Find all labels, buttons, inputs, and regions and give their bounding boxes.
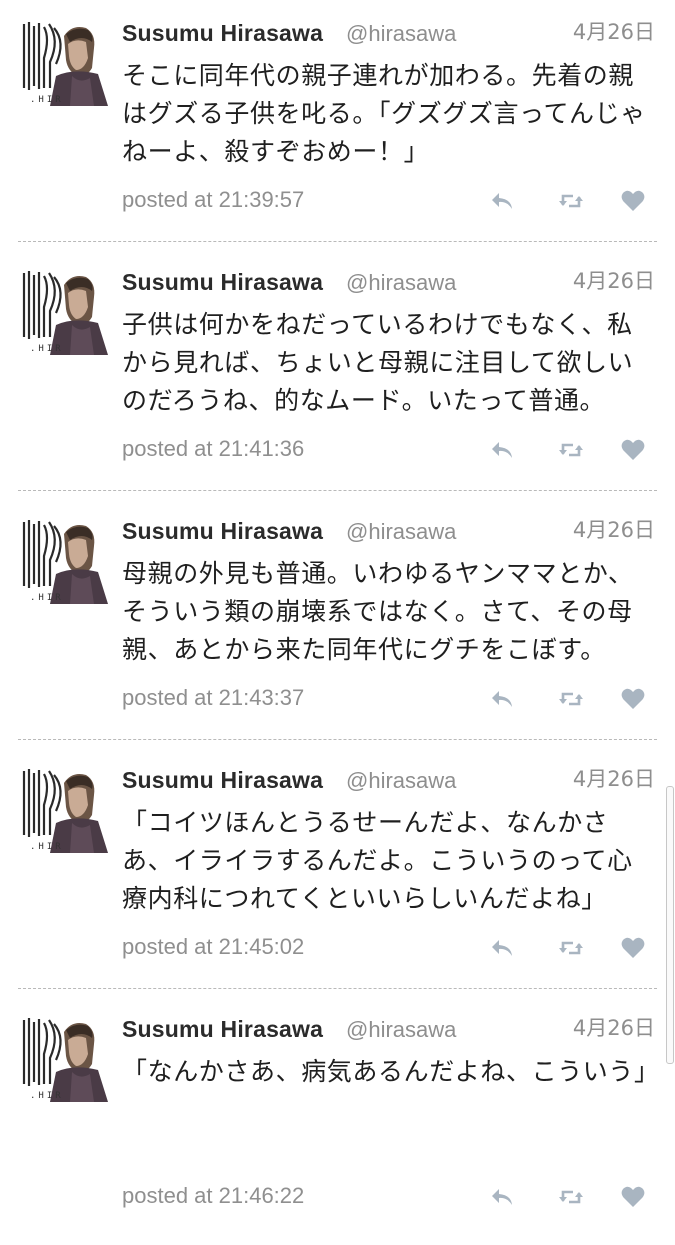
retweet-icon [559, 1190, 583, 1204]
reply-button[interactable] [490, 188, 516, 214]
author-name[interactable]: Susumu Hirasawa [122, 767, 323, 794]
retweet-button[interactable] [558, 188, 584, 214]
tweet: .HIR Susumu Hirasawa @hirasawa 4月26日 「なん… [0, 996, 675, 1245]
tweet-text: 母親の外見も普通。いわゆるヤンママとか、そういう類の崩壊系ではなく。さて、その母… [122, 559, 634, 664]
heart-icon [621, 1186, 645, 1207]
author-name[interactable]: Susumu Hirasawa [122, 269, 323, 296]
tweet-separator [18, 739, 657, 740]
reply-button[interactable] [490, 1184, 516, 1210]
reply-icon [492, 193, 512, 209]
reply-icon [492, 1189, 512, 1205]
avatar[interactable]: .HIR [20, 765, 108, 853]
tweet-text: そこに同年代の親子連れが加わる。先着の親はグズる子供を叱る。「グズグズ言ってんじ… [122, 61, 646, 166]
retweet-icon [559, 692, 583, 706]
author-name[interactable]: Susumu Hirasawa [122, 518, 323, 545]
author-handle[interactable]: @hirasawa [346, 519, 456, 545]
tweet-timeline: .HIR Susumu Hirasawa @hirasawa 4月26日 そこに… [0, 0, 675, 1208]
posted-timestamp: posted at 21:46:22 [122, 1183, 305, 1208]
tweet-date[interactable]: 4月26日 [573, 1012, 655, 1042]
retweet-button[interactable] [558, 437, 584, 463]
reply-button[interactable] [490, 437, 516, 463]
svg-text:.HIR: .HIR [30, 1091, 64, 1101]
tweet-text: 子供は何かをねだっているわけでもなく、私から見れば、ちょいと母親に注目して欲しい… [122, 310, 634, 415]
avatar-image: .HIR [20, 267, 108, 355]
tweet-separator [18, 988, 657, 989]
tweet: .HIR Susumu Hirasawa @hirasawa 4月26日 母親の… [0, 498, 675, 747]
tweet-date[interactable]: 4月26日 [573, 763, 655, 793]
heart-icon [621, 688, 645, 709]
heart-icon [621, 190, 645, 211]
avatar[interactable]: .HIR [20, 1014, 108, 1102]
author-handle[interactable]: @hirasawa [346, 21, 456, 47]
posted-timestamp: posted at 21:41:36 [122, 436, 305, 461]
tweet-date[interactable]: 4月26日 [573, 16, 655, 46]
avatar-image: .HIR [20, 516, 108, 604]
heart-icon [621, 937, 645, 958]
heart-icon [621, 439, 645, 460]
author-name[interactable]: Susumu Hirasawa [122, 1016, 323, 1043]
retweet-button[interactable] [558, 1184, 584, 1210]
avatar[interactable]: .HIR [20, 516, 108, 604]
scrollbar-thumb[interactable] [666, 786, 674, 1064]
reply-button[interactable] [490, 686, 516, 712]
tweet-separator [18, 490, 657, 491]
tweet: .HIR Susumu Hirasawa @hirasawa 4月26日 「コイ… [0, 747, 675, 996]
avatar[interactable]: .HIR [20, 267, 108, 355]
avatar-image: .HIR [20, 765, 108, 853]
retweet-icon [559, 941, 583, 955]
tweet: .HIR Susumu Hirasawa @hirasawa 4月26日 子供は… [0, 249, 675, 498]
tweet-separator [18, 241, 657, 242]
favorite-button[interactable] [620, 188, 646, 214]
posted-timestamp: posted at 21:43:37 [122, 685, 305, 710]
retweet-icon [559, 194, 583, 208]
favorite-button[interactable] [620, 437, 646, 463]
reply-button[interactable] [490, 935, 516, 961]
tweet: .HIR Susumu Hirasawa @hirasawa 4月26日 そこに… [0, 0, 675, 249]
svg-text:.HIR: .HIR [30, 593, 64, 603]
avatar-image: .HIR [20, 1014, 108, 1102]
favorite-button[interactable] [620, 686, 646, 712]
favorite-button[interactable] [620, 935, 646, 961]
svg-text:.HIR: .HIR [30, 95, 64, 105]
retweet-button[interactable] [558, 686, 584, 712]
favorite-button[interactable] [620, 1184, 646, 1210]
reply-icon [492, 691, 512, 707]
tweet-date[interactable]: 4月26日 [573, 265, 655, 295]
retweet-icon [559, 443, 583, 457]
tweet-text: 「コイツほんとうるせーんだよ、なんかさあ、イライラするんだよ。こういうのって心療… [122, 808, 633, 913]
tweet-date[interactable]: 4月26日 [573, 514, 655, 544]
svg-text:.HIR: .HIR [30, 842, 64, 852]
author-handle[interactable]: @hirasawa [346, 1017, 456, 1043]
retweet-button[interactable] [558, 935, 584, 961]
author-name[interactable]: Susumu Hirasawa [122, 20, 323, 47]
posted-timestamp: posted at 21:39:57 [122, 187, 305, 212]
tweet-text: 「なんかさあ、病気あるんだよね、こういう」 [122, 1057, 660, 1086]
reply-icon [492, 442, 512, 458]
author-handle[interactable]: @hirasawa [346, 270, 456, 296]
svg-text:.HIR: .HIR [30, 344, 64, 354]
posted-timestamp: posted at 21:45:02 [122, 934, 305, 959]
avatar-image: .HIR [20, 18, 108, 106]
avatar[interactable]: .HIR [20, 18, 108, 106]
author-handle[interactable]: @hirasawa [346, 768, 456, 794]
reply-icon [492, 940, 512, 956]
